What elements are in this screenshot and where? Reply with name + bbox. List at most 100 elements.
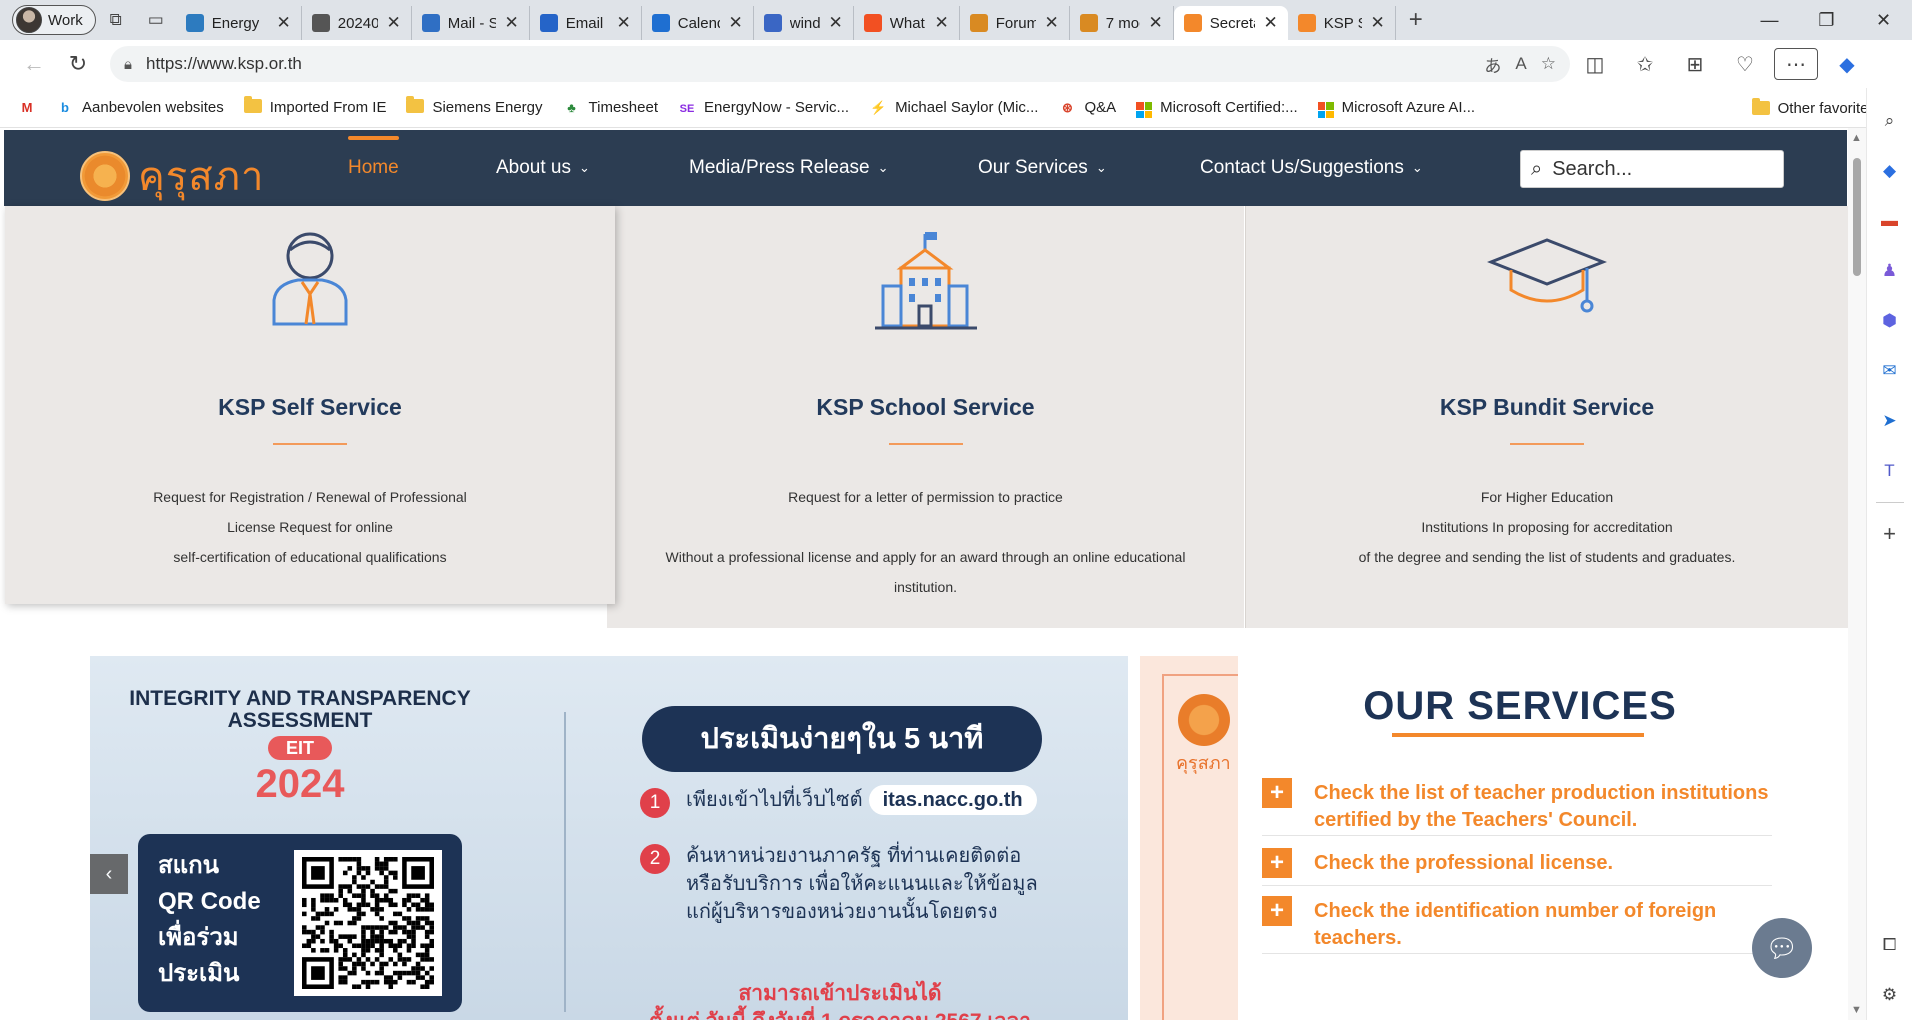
nav-media[interactable]: Media/Press Release ⌄ <box>689 130 889 206</box>
favorite-item[interactable]: ⚡ Michael Saylor (Mic... <box>869 99 1038 116</box>
screenshot-icon[interactable]: ⧠ <box>1873 928 1907 962</box>
more-menu-icon[interactable]: ⋯ <box>1774 48 1818 80</box>
scroll-down-icon[interactable]: ▼ <box>1851 1004 1862 1016</box>
chevron-down-icon: ⌄ <box>1095 160 1107 175</box>
service-link-text[interactable]: Check the list of teacher production ins… <box>1314 780 1772 834</box>
tools-icon[interactable]: ▬ <box>1873 204 1907 238</box>
page-scrollbar[interactable]: ▲ ▼ <box>1848 128 1866 1020</box>
close-tab-icon[interactable]: ✕ <box>1370 13 1384 33</box>
search-placeholder: Search... <box>1552 157 1633 180</box>
eit-badge: EIT <box>268 736 332 760</box>
copilot-icon[interactable]: ◆ <box>1822 52 1872 77</box>
browser-tab[interactable]: Email - ✕ <box>530 6 642 40</box>
eit-banner[interactable]: INTEGRITY AND TRANSPARENCY ASSESSMENT EI… <box>90 656 1128 1020</box>
tab-favicon-icon <box>421 14 440 32</box>
qa-icon: ⊛ <box>1061 100 1073 115</box>
nav-about[interactable]: About us ⌄ <box>496 130 590 206</box>
close-tab-icon[interactable]: ✕ <box>828 13 842 33</box>
favorite-item[interactable]: Imported From IE <box>243 95 386 117</box>
new-tab-icon[interactable]: + <box>1396 0 1436 40</box>
browser-tab[interactable]: KSP Sel ✕ <box>1288 6 1396 40</box>
close-tab-icon[interactable]: ✕ <box>1044 13 1058 33</box>
close-tab-icon[interactable]: ✕ <box>504 13 518 33</box>
gmail-icon[interactable]: M <box>18 100 36 116</box>
browser-essentials-icon[interactable]: ♡ <box>1720 52 1770 77</box>
read-aloud-icon[interactable]: A <box>1515 54 1526 74</box>
favorites-icon[interactable]: ✩ <box>1620 52 1670 77</box>
close-tab-icon[interactable]: ✕ <box>276 13 290 33</box>
favorite-star-icon[interactable]: ☆ <box>1541 54 1556 74</box>
send-icon[interactable]: ➤ <box>1873 404 1907 438</box>
service-link-text[interactable]: Check the identification number of forei… <box>1314 898 1772 952</box>
browser-tab[interactable]: Forums ✕ <box>960 6 1070 40</box>
restore-icon[interactable]: ❐ <box>1798 0 1855 40</box>
service-card-school[interactable]: KSP School Service Request for a letter … <box>607 206 1244 628</box>
plus-icon[interactable]: + <box>1262 896 1292 926</box>
tab-favicon-icon <box>1297 14 1316 32</box>
plus-icon[interactable]: + <box>1262 848 1292 878</box>
tab-actions-icon[interactable]: ▭ <box>136 0 176 40</box>
teams-icon[interactable]: T <box>1873 454 1907 488</box>
split-screen-icon[interactable]: ◫ <box>1570 52 1620 77</box>
nav-contact[interactable]: Contact Us/Suggestions ⌄ <box>1200 130 1423 206</box>
next-slide-preview[interactable]: คุรุสภา <box>1140 656 1238 1020</box>
service-link[interactable]: + Check the professional license. <box>1262 848 1772 886</box>
browser-tab[interactable]: 7 modu ✕ <box>1070 6 1174 40</box>
close-tab-icon[interactable]: ✕ <box>616 13 630 33</box>
back-icon[interactable]: ← <box>12 42 56 86</box>
favorite-item[interactable]: Microsoft Azure AI... <box>1317 97 1475 119</box>
profile-button[interactable]: Work <box>12 5 96 35</box>
service-link[interactable]: + Check the list of teacher production i… <box>1262 778 1772 836</box>
refresh-icon[interactable]: ↻ <box>56 42 100 86</box>
close-tab-icon[interactable]: ✕ <box>1263 13 1277 33</box>
browser-tab[interactable]: Energy ✕ <box>176 6 302 40</box>
url-text[interactable]: https://www.ksp.or.th <box>146 54 1448 74</box>
browser-tab[interactable]: 202406 ✕ <box>302 6 412 40</box>
browser-tab[interactable]: Secreta ✕ <box>1173 6 1288 40</box>
close-tab-icon[interactable]: ✕ <box>1148 13 1162 33</box>
browser-tab[interactable]: window ✕ <box>754 6 854 40</box>
scroll-thumb[interactable] <box>1853 158 1861 276</box>
browser-tab[interactable]: Mail - S ✕ <box>412 6 530 40</box>
service-link-text[interactable]: Check the professional license. <box>1314 850 1613 877</box>
favorite-item[interactable]: b Aanbevolen websites <box>56 99 224 116</box>
tab-favicon-icon <box>311 14 330 32</box>
lock-icon[interactable]: 🔒︎ <box>124 56 132 73</box>
close-window-icon[interactable]: ✕ <box>1855 0 1912 40</box>
microsoft365-icon[interactable]: ⬢ <box>1873 304 1907 338</box>
other-favorites[interactable]: Other favorites <box>1751 88 1876 128</box>
favorite-item[interactable]: Microsoft Certified:... <box>1136 97 1298 119</box>
collections-icon[interactable]: ⊞ <box>1670 52 1720 77</box>
translate-icon[interactable]: あ <box>1484 52 1501 77</box>
games-icon[interactable]: ♟ <box>1873 254 1907 288</box>
outlook-icon[interactable]: ✉ <box>1873 354 1907 388</box>
close-tab-icon[interactable]: ✕ <box>386 13 400 33</box>
url-field[interactable]: 🔒︎ https://www.ksp.or.th あ A ☆ <box>110 46 1570 82</box>
plus-icon[interactable]: + <box>1262 778 1292 808</box>
add-icon[interactable]: + <box>1873 517 1907 551</box>
browser-tab[interactable]: Calend ✕ <box>642 6 754 40</box>
site-logo[interactable]: คุรุสภา <box>80 144 264 208</box>
scroll-up-icon[interactable]: ▲ <box>1851 132 1862 144</box>
ksp-seal-icon <box>1178 694 1230 746</box>
minimize-icon[interactable]: — <box>1741 0 1798 40</box>
nav-home[interactable]: Home <box>348 130 399 206</box>
site-search-input[interactable]: ⌕ Search... <box>1520 150 1784 188</box>
service-link[interactable]: + Check the identification number of for… <box>1262 896 1772 954</box>
nav-services[interactable]: Our Services ⌄ <box>978 130 1107 206</box>
close-tab-icon[interactable]: ✕ <box>728 13 742 33</box>
favorite-item[interactable]: Siemens Energy <box>406 95 543 117</box>
favorite-item[interactable]: ♣ Timesheet <box>563 99 658 116</box>
carousel-prev-icon[interactable]: ‹ <box>90 854 128 894</box>
service-card-bundit[interactable]: KSP Bundit Service For Higher Education … <box>1245 206 1848 628</box>
browser-tab[interactable]: What h ✕ <box>854 6 960 40</box>
favorite-item[interactable]: ⊛ Q&A <box>1058 99 1116 116</box>
settings-icon[interactable]: ⚙ <box>1873 978 1907 1012</box>
shopping-icon[interactable]: ◆ <box>1873 154 1907 188</box>
close-tab-icon[interactable]: ✕ <box>934 13 948 33</box>
favorite-item[interactable]: SE EnergyNow - Servic... <box>678 99 849 117</box>
workspaces-icon[interactable]: ⧉ <box>96 0 136 40</box>
service-card-self[interactable]: KSP Self Service Request for Registratio… <box>5 206 615 604</box>
chat-button[interactable]: 💬︎ <box>1752 918 1812 978</box>
search-icon[interactable]: ⌕ <box>1873 104 1907 138</box>
